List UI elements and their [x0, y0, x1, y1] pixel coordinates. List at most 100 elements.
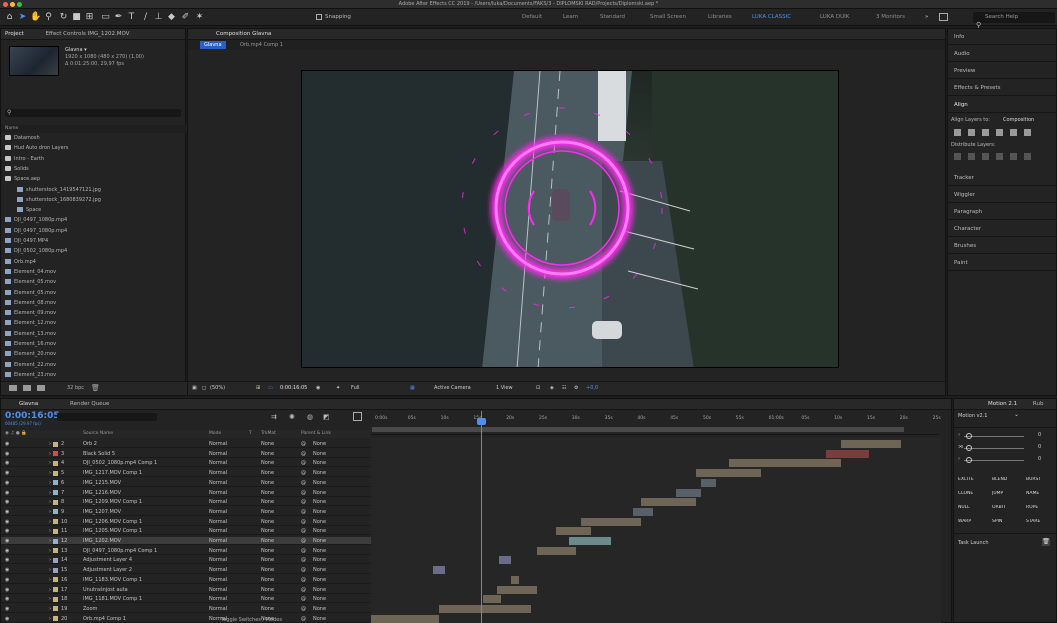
interpret-footage-icon[interactable]: [9, 385, 17, 391]
layer-row[interactable]: ◉ › 20 Orb.mp4 Comp 1 Normal None None @: [1, 615, 371, 623]
workspace-luka-classic[interactable]: LUKA CLASSIC: [752, 14, 791, 20]
pick-whip-icon[interactable]: @: [301, 518, 306, 526]
zoom-dropdown[interactable]: (50%): [210, 385, 225, 391]
eraser-tool-icon[interactable]: ◆: [166, 12, 177, 23]
panel-brushes[interactable]: Brushes: [948, 238, 1057, 254]
layer-duration-bar[interactable]: [569, 537, 611, 545]
project-item[interactable]: Element_23.mov: [1, 371, 187, 379]
project-item[interactable]: DJI_0502_1080p.mp4: [1, 247, 187, 255]
tab-render-queue[interactable]: Render Queue: [70, 401, 109, 407]
layer-trkmat-dropdown[interactable]: None: [261, 518, 274, 526]
layer-duration-bar[interactable]: [826, 449, 869, 458]
workspace-3-monitors[interactable]: 3 Monitors: [876, 14, 905, 20]
bit-depth-button[interactable]: 32 bpc: [67, 385, 84, 391]
layer-parent-dropdown[interactable]: None: [313, 537, 326, 545]
expand-layer-chevron-icon[interactable]: ›: [49, 605, 51, 613]
visibility-eye-icon[interactable]: ◉: [5, 450, 9, 458]
graph-editor-icon[interactable]: ◩: [323, 413, 330, 421]
panel-paragraph[interactable]: Paragraph: [948, 204, 1057, 220]
layer-mode-dropdown[interactable]: Normal: [209, 586, 227, 594]
label-color-swatch[interactable]: [53, 538, 58, 544]
clone-stamp-tool-icon[interactable]: ⊥: [153, 12, 164, 23]
project-folder[interactable]: Datamosh: [1, 134, 187, 142]
layer-mode-dropdown[interactable]: Normal: [209, 566, 227, 574]
label-color-swatch[interactable]: [53, 460, 58, 466]
pick-whip-icon[interactable]: @: [301, 479, 306, 487]
expand-layer-chevron-icon[interactable]: ›: [49, 518, 51, 526]
pick-whip-icon[interactable]: @: [301, 459, 306, 467]
layer-row[interactable]: ◉ › 7 IMG_1216.MOV Normal None None @: [1, 489, 371, 497]
layer-name[interactable]: IMG_1209.MOV Comp 1: [83, 498, 142, 506]
layer-duration-bar[interactable]: [511, 575, 519, 584]
layer-name[interactable]: IMG_1181.MOV Comp 1: [83, 595, 142, 603]
layer-trkmat-dropdown[interactable]: None: [261, 479, 274, 487]
motion-button-blend[interactable]: BLEND: [992, 477, 1007, 482]
pan-behind-tool-icon[interactable]: ⊞: [84, 12, 95, 23]
expand-layer-chevron-icon[interactable]: ›: [49, 595, 51, 603]
rectangle-tool-icon[interactable]: ▭: [100, 12, 111, 23]
work-area-bar[interactable]: [372, 427, 904, 432]
rotate-tool-icon[interactable]: ↻: [58, 12, 69, 23]
label-color-swatch[interactable]: [53, 509, 58, 515]
expand-layer-chevron-icon[interactable]: ›: [49, 479, 51, 487]
label-color-swatch[interactable]: [53, 596, 58, 602]
expand-layer-chevron-icon[interactable]: ›: [49, 508, 51, 516]
label-color-swatch[interactable]: [53, 567, 58, 573]
layer-trkmat-dropdown[interactable]: None: [261, 469, 274, 477]
expand-layer-chevron-icon[interactable]: ›: [49, 498, 51, 506]
camera-dropdown[interactable]: Active Camera: [434, 385, 471, 391]
panel-tracker[interactable]: Tracker: [948, 170, 1057, 186]
layer-parent-dropdown[interactable]: None: [313, 489, 326, 497]
view-layout-dropdown[interactable]: 1 View: [496, 385, 513, 391]
panel-effects-presets[interactable]: Effects & Presets: [948, 80, 1057, 96]
layer-mode-dropdown[interactable]: Normal: [209, 440, 227, 448]
visibility-eye-icon[interactable]: ◉: [5, 440, 9, 448]
tab-motion[interactable]: Motion 2.1: [988, 401, 1017, 407]
project-item[interactable]: Space: [1, 206, 187, 214]
ease-slider-knob[interactable]: [966, 433, 972, 439]
project-folder[interactable]: Hud Auto dron Layers: [1, 144, 187, 152]
layer-row[interactable]: ◉ › 10 IMG_1206.MOV Comp 1 Normal None None @: [1, 518, 371, 526]
layer-name[interactable]: IMG_1217.MOV Comp 1: [83, 469, 142, 477]
visibility-eye-icon[interactable]: ◉: [5, 566, 9, 574]
panel-wiggler[interactable]: Wiggler: [948, 187, 1057, 203]
always-preview-icon[interactable]: ▣: [192, 385, 197, 391]
label-color-swatch[interactable]: [53, 548, 58, 554]
puppet-tool-icon[interactable]: ✶: [194, 12, 205, 23]
layer-name[interactable]: IMG_1183.MOV Comp 1: [83, 576, 142, 584]
layer-duration-bar[interactable]: [633, 507, 653, 516]
motion-button-burst[interactable]: BURST: [1026, 477, 1041, 482]
layer-row[interactable]: ◉ › 9 IMG_1207.MOV Normal None None @: [1, 508, 371, 516]
label-color-swatch[interactable]: [53, 616, 58, 622]
pick-whip-icon[interactable]: @: [301, 489, 306, 497]
panel-info[interactable]: Info: [948, 29, 1057, 45]
layer-mode-dropdown[interactable]: Normal: [209, 537, 227, 545]
layer-row[interactable]: ◉ › 4 DJI_0502_1080p.mp4 Comp 1 Normal None No…: [1, 459, 371, 468]
layer-trkmat-dropdown[interactable]: None: [261, 605, 274, 613]
label-color-swatch[interactable]: [53, 470, 58, 476]
tab-project[interactable]: Project: [5, 31, 24, 37]
layer-duration-bar[interactable]: [497, 585, 537, 594]
pick-whip-icon[interactable]: @: [301, 450, 306, 458]
tab-glavna-timeline[interactable]: Glavna: [19, 401, 38, 407]
layer-parent-dropdown[interactable]: None: [313, 566, 326, 574]
layer-row[interactable]: ◉ › 3 Black Solid 5 Normal None None @: [1, 450, 371, 458]
layer-mode-dropdown[interactable]: Normal: [209, 459, 227, 467]
fast-previews-icon[interactable]: ◈: [550, 385, 554, 391]
motion-button-warp[interactable]: WARP: [958, 519, 971, 524]
label-color-swatch[interactable]: [53, 480, 58, 486]
layer-row[interactable]: ◉ › 8 IMG_1209.MOV Comp 1 Normal None None @: [1, 498, 371, 507]
layer-search-input[interactable]: [57, 413, 157, 421]
new-composition-icon[interactable]: [37, 385, 45, 391]
expand-layer-chevron-icon[interactable]: ›: [49, 537, 51, 545]
ease-out-slider-knob[interactable]: [966, 457, 972, 463]
ease-both-value[interactable]: 0: [1038, 444, 1041, 450]
project-item[interactable]: DJI_0497_1080p.mp4: [1, 216, 187, 224]
sync-settings-icon[interactable]: [939, 13, 948, 21]
layer-trkmat-dropdown[interactable]: None: [261, 450, 274, 458]
trkmat-column-header[interactable]: TrkMat: [261, 430, 276, 438]
workspace-learn[interactable]: Learn: [563, 14, 578, 20]
snapping-checkbox[interactable]: [316, 14, 322, 20]
workspace-libraries[interactable]: Libraries: [708, 14, 732, 20]
layer-parent-dropdown[interactable]: None: [313, 469, 326, 477]
